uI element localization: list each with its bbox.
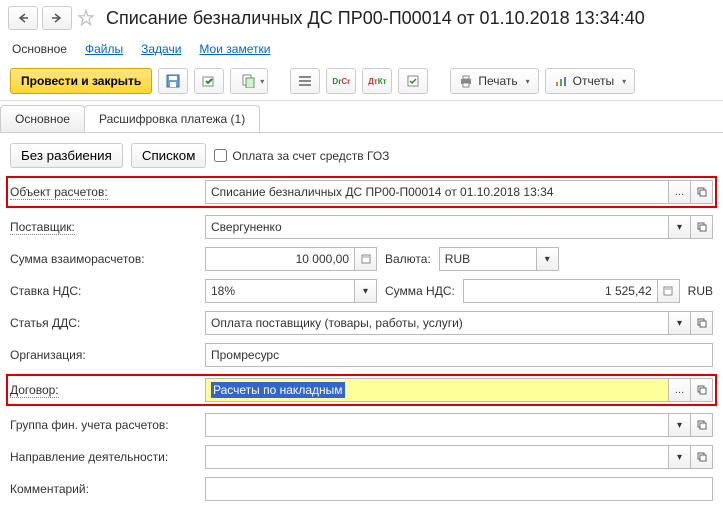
forward-button[interactable]	[42, 6, 72, 30]
settlement-object-input[interactable]: Списание безналичных ДС ПР00-П00014 от 0…	[205, 180, 669, 204]
supplier-label: Поставщик:	[10, 220, 75, 235]
vat-amount-input[interactable]: 1 525,42	[463, 279, 658, 303]
nav-tasks[interactable]: Задачи	[141, 42, 181, 56]
activity-input[interactable]	[205, 445, 669, 469]
open-button[interactable]	[691, 180, 713, 204]
back-button[interactable]	[8, 6, 38, 30]
tab-main[interactable]: Основное	[0, 105, 85, 132]
comment-input[interactable]	[205, 477, 713, 501]
dds-dropdown-button[interactable]: ▾	[669, 311, 691, 335]
list-button[interactable]	[290, 68, 320, 94]
dr-cr-button[interactable]: DrCr	[326, 68, 356, 94]
post-button[interactable]	[194, 68, 224, 94]
vat-currency-label: RUB	[688, 284, 713, 298]
activity-open-button[interactable]	[691, 445, 713, 469]
nav-files[interactable]: Файлы	[85, 42, 123, 56]
dds-label: Статья ДДС:	[10, 316, 205, 330]
fin-group-label: Группа фин. учета расчетов:	[10, 418, 205, 432]
contract-input[interactable]: Расчеты по накладным	[205, 378, 669, 402]
supplier-input[interactable]: Свергуненко	[205, 215, 669, 239]
vat-rate-input[interactable]: 18%	[205, 279, 355, 303]
activity-dropdown-button[interactable]: ▾	[669, 445, 691, 469]
vat-calc-button[interactable]	[658, 279, 680, 303]
nav-main[interactable]: Основное	[12, 42, 67, 56]
dt-kt-button[interactable]: ДтКт	[362, 68, 392, 94]
mode-list-button[interactable]: Списком	[131, 143, 207, 168]
vat-rate-label: Ставка НДС:	[10, 284, 205, 298]
comment-label: Комментарий:	[10, 482, 205, 496]
organization-label: Организация:	[10, 348, 205, 362]
goz-checkbox[interactable]	[214, 149, 227, 162]
print-button[interactable]: Печать	[450, 68, 538, 94]
fin-group-input[interactable]	[205, 413, 669, 437]
organization-input[interactable]: Промресурс	[205, 343, 713, 367]
based-on-button[interactable]	[230, 68, 268, 94]
vat-amount-label: Сумма НДС:	[377, 284, 463, 298]
contract-label: Договор:	[10, 383, 59, 398]
save-button[interactable]	[158, 68, 188, 94]
currency-dropdown-button[interactable]: ▾	[537, 247, 559, 271]
post-and-close-button[interactable]: Провести и закрыть	[10, 68, 152, 94]
page-title: Списание безналичных ДС ПР00-П00014 от 0…	[106, 8, 645, 29]
amount-calc-button[interactable]	[355, 247, 377, 271]
checkmark-button[interactable]	[398, 68, 428, 94]
settlement-amount-label: Сумма взаиморасчетов:	[10, 252, 205, 266]
fin-group-open-button[interactable]	[691, 413, 713, 437]
supplier-open-button[interactable]	[691, 215, 713, 239]
currency-input[interactable]: RUB	[439, 247, 537, 271]
dds-open-button[interactable]	[691, 311, 713, 335]
settlement-amount-input[interactable]: 10 000,00	[205, 247, 355, 271]
nav-notes[interactable]: Мои заметки	[199, 42, 270, 56]
dds-input[interactable]: Оплата поставщику (товары, работы, услуг…	[205, 311, 669, 335]
mode-no-split-button[interactable]: Без разбиения	[10, 143, 123, 168]
activity-label: Направление деятельности:	[10, 450, 205, 464]
contract-open-button[interactable]	[691, 378, 713, 402]
goz-checkbox-label: Оплата за счет средств ГОЗ	[232, 149, 389, 163]
fin-group-dropdown-button[interactable]: ▾	[669, 413, 691, 437]
ellipsis-button[interactable]: …	[669, 180, 691, 204]
settlement-object-label: Объект расчетов:	[10, 185, 108, 200]
reports-button[interactable]: Отчеты	[545, 68, 636, 94]
contract-ellipsis-button[interactable]: …	[669, 378, 691, 402]
supplier-dropdown-button[interactable]: ▾	[669, 215, 691, 239]
favorite-star-icon[interactable]	[76, 8, 96, 28]
currency-label: Валюта:	[377, 252, 439, 266]
tab-payment-details[interactable]: Расшифровка платежа (1)	[84, 105, 260, 132]
vat-rate-dropdown-button[interactable]: ▾	[355, 279, 377, 303]
